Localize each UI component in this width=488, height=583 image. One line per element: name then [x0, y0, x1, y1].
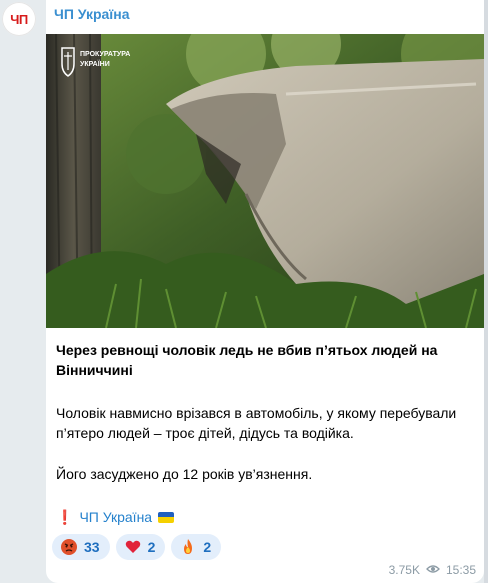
exclamation-icon: ❗ [56, 509, 74, 525]
crashed-car-photo: ПРОКУРАТУРА УКРАЇНИ [46, 34, 484, 328]
scrollbar[interactable] [484, 0, 488, 583]
views-count: 3.75K [388, 563, 420, 577]
channel-name[interactable]: ЧП Україна [54, 6, 130, 22]
avatar-label: ЧП [10, 11, 28, 27]
reaction-fire[interactable]: 2 [171, 534, 222, 560]
message-meta: 3.75K 15:35 [389, 563, 476, 577]
reaction-count: 33 [84, 539, 100, 555]
watermark-text-line1: ПРОКУРАТУРА [80, 51, 130, 58]
post-photo[interactable]: ПРОКУРАТУРА УКРАЇНИ [46, 34, 484, 328]
channel-avatar[interactable]: ЧП [2, 2, 36, 36]
reaction-count: 2 [203, 539, 212, 555]
reaction-angry[interactable]: 33 [52, 534, 110, 560]
watermark-text-line2: УКРАЇНИ [80, 60, 110, 68]
channel-link[interactable]: ЧП Україна [79, 507, 152, 527]
message-time: 15:35 [445, 563, 476, 577]
angry-face-icon [60, 538, 78, 556]
post-paragraph-1: Чоловік навмисно врізався в автомобіль, … [56, 405, 457, 441]
message-bubble: ЧП Україна ПРОКУРАТУРА УКРАЇНИ Через рев… [46, 0, 484, 583]
reaction-count: 2 [147, 539, 156, 555]
post-signature: ❗ ЧП Україна [56, 507, 175, 527]
ukraine-flag-icon [158, 511, 175, 523]
eye-icon [426, 563, 440, 577]
post-paragraph-2: Його засуджено до 12 років ув’язнення. [56, 466, 313, 482]
heart-icon [124, 538, 142, 556]
reaction-heart[interactable]: 2 [115, 534, 166, 560]
post-title: Через ревнощі чоловік ледь не вбив п’ять… [56, 342, 438, 378]
fire-icon [179, 538, 197, 556]
reactions-bar: 33 2 2 [52, 534, 222, 560]
